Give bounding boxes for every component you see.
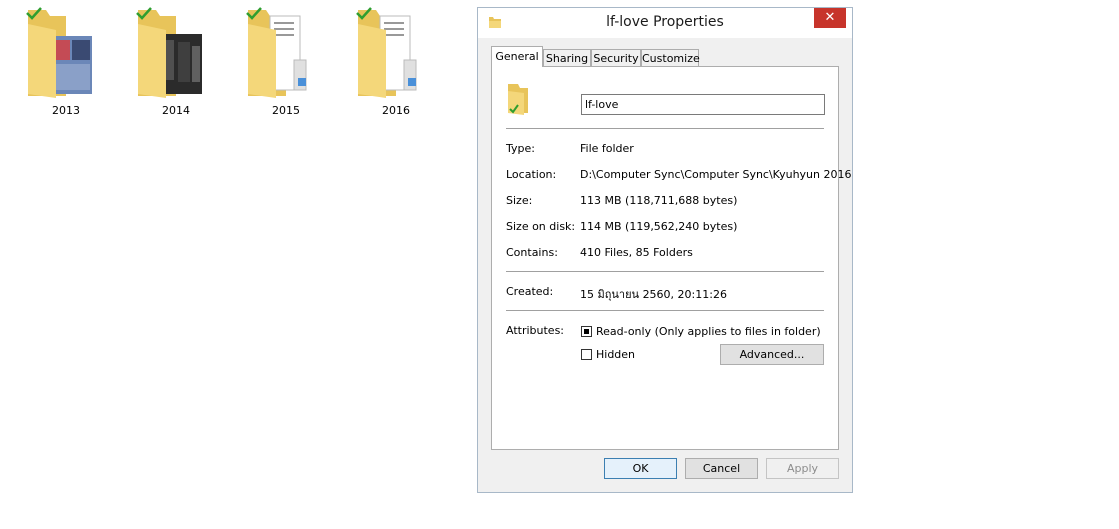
desktop-folder-2016[interactable]: 2016 <box>356 6 456 118</box>
hidden-checkbox[interactable] <box>581 349 592 360</box>
folder-icon <box>508 84 528 115</box>
dialog-title: lf-love Properties <box>606 14 724 30</box>
size-label: Size: <box>506 194 533 207</box>
ok-button[interactable]: OK <box>604 458 677 479</box>
location-value: D:\Computer Sync\Computer Sync\Kyuhyun 2… <box>580 168 852 181</box>
general-panel: Type: File folder Location: D:\Computer … <box>491 66 852 450</box>
contains-value: 410 Files, 85 Folders <box>580 246 693 259</box>
folder-label: 2016 <box>382 104 410 117</box>
tab-general[interactable]: General <box>491 46 543 67</box>
tab-security[interactable]: Security <box>591 49 641 66</box>
close-icon: ✕ <box>824 10 836 25</box>
type-label: Type: <box>506 142 535 155</box>
size-on-disk-value: 114 MB (119,562,240 bytes) <box>580 220 738 233</box>
desktop-folder-2015[interactable]: 2015 <box>246 6 346 118</box>
properties-dialog: lf-love Properties ✕ General Sharing Sec… <box>477 7 853 493</box>
location-label: Location: <box>506 168 557 181</box>
folder-label: 2013 <box>52 104 80 117</box>
checkbox-indeterminate-mark <box>584 329 589 334</box>
contains-label: Contains: <box>506 246 558 259</box>
apply-button[interactable]: Apply <box>766 458 839 479</box>
divider <box>506 310 824 311</box>
cancel-button[interactable]: Cancel <box>685 458 758 479</box>
created-label: Created: <box>506 285 554 298</box>
close-button[interactable]: ✕ <box>814 8 846 28</box>
size-on-disk-label: Size on disk: <box>506 220 576 233</box>
sync-check-icon <box>246 7 262 20</box>
desktop-folder-2013[interactable]: 2013 <box>26 6 126 118</box>
readonly-checkbox[interactable] <box>581 326 592 337</box>
sync-check-icon <box>136 7 152 20</box>
sync-check-icon <box>26 7 42 20</box>
tab-customize[interactable]: Customize <box>641 49 700 66</box>
divider <box>506 128 824 129</box>
size-value: 113 MB (118,711,688 bytes) <box>580 194 738 207</box>
tab-sharing[interactable]: Sharing <box>543 49 591 66</box>
title-bar[interactable]: lf-love Properties ✕ <box>478 8 852 38</box>
type-value: File folder <box>580 142 634 155</box>
readonly-label: Read-only (Only applies to files in fold… <box>596 325 821 338</box>
sync-check-icon <box>356 7 372 20</box>
advanced-button[interactable]: Advanced... <box>720 344 824 365</box>
folder-name-field[interactable] <box>581 94 825 115</box>
folder-label: 2014 <box>162 104 190 117</box>
attributes-label: Attributes: <box>506 324 565 337</box>
divider <box>506 271 824 272</box>
desktop-folder-2014[interactable]: 2014 <box>136 6 236 118</box>
hidden-label: Hidden <box>596 348 636 361</box>
folder-label: 2015 <box>272 104 300 117</box>
created-value: 15 มิถุนายน 2560, 20:11:26 <box>580 288 727 301</box>
